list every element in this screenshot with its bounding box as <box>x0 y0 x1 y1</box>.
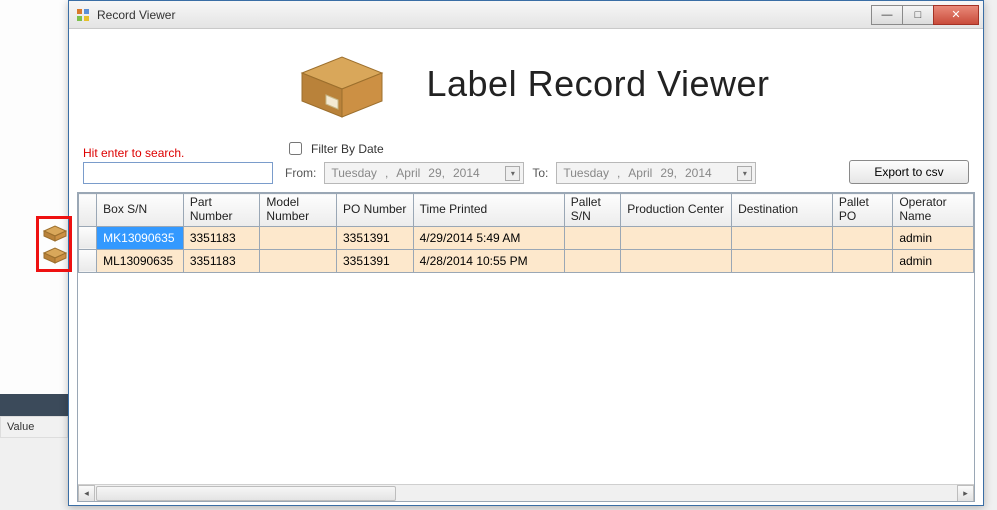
filter-by-date-label: Filter By Date <box>311 142 384 156</box>
cell[interactable] <box>832 249 892 272</box>
from-date-picker[interactable]: Tuesday, April 29, 2014 ▾ <box>324 162 524 184</box>
col-po-number[interactable]: PO Number <box>337 194 414 227</box>
col-pallet-po[interactable]: Pallet PO <box>832 194 892 227</box>
col-part-number[interactable]: Part Number <box>183 194 260 227</box>
to-label: To: <box>532 166 548 180</box>
col-box-sn[interactable]: Box S/N <box>97 194 184 227</box>
cell[interactable]: 3351183 <box>183 249 260 272</box>
window-title: Record Viewer <box>97 8 872 22</box>
record-viewer-window: Record Viewer — □ ✕ Label Record Viewer … <box>68 0 984 506</box>
row-header[interactable] <box>79 226 97 249</box>
grid-header-row: Box S/N Part Number Model Number PO Numb… <box>79 194 974 227</box>
grid-corner <box>79 194 97 227</box>
cell[interactable] <box>564 226 620 249</box>
minimize-button[interactable]: — <box>871 5 903 25</box>
header-banner: Label Record Viewer <box>77 29 975 139</box>
to-date-picker[interactable]: Tuesday, April 29, 2014 ▾ <box>556 162 756 184</box>
background-value-cell: Value <box>0 416 68 438</box>
row-box-icon <box>42 246 68 267</box>
cell[interactable]: admin <box>893 226 974 249</box>
col-production-center[interactable]: Production Center <box>621 194 732 227</box>
cell[interactable] <box>260 226 337 249</box>
scroll-left-icon[interactable]: ◂ <box>78 485 95 502</box>
cell[interactable]: ML13090635 <box>97 249 184 272</box>
page-title: Label Record Viewer <box>426 63 769 105</box>
search-hint-label: Hit enter to search. <box>83 146 273 160</box>
col-model-number[interactable]: Model Number <box>260 194 337 227</box>
cell[interactable] <box>564 249 620 272</box>
col-destination[interactable]: Destination <box>732 194 833 227</box>
titlebar[interactable]: Record Viewer — □ ✕ <box>69 1 983 29</box>
cell[interactable] <box>832 226 892 249</box>
col-pallet-sn[interactable]: Pallet S/N <box>564 194 620 227</box>
col-time-printed[interactable]: Time Printed <box>413 194 564 227</box>
col-operator-name[interactable]: Operator Name <box>893 194 974 227</box>
app-icon <box>75 7 91 23</box>
cell[interactable]: 4/28/2014 10:55 PM <box>413 249 564 272</box>
close-button[interactable]: ✕ <box>933 5 979 25</box>
from-label: From: <box>285 166 316 180</box>
filter-by-date-checkbox[interactable]: Filter By Date <box>285 139 756 158</box>
export-csv-button[interactable]: Export to csv <box>849 160 969 184</box>
horizontal-scrollbar[interactable]: ◂ ▸ <box>78 484 974 501</box>
row-header[interactable] <box>79 249 97 272</box>
maximize-button[interactable]: □ <box>902 5 934 25</box>
cell[interactable]: MK13090635 <box>97 226 184 249</box>
scroll-thumb[interactable] <box>96 486 396 501</box>
table-row[interactable]: MK130906353351183 33513914/29/2014 5:49 A… <box>79 226 974 249</box>
chevron-down-icon[interactable]: ▾ <box>505 166 520 181</box>
box-icon <box>282 43 402 126</box>
cell[interactable] <box>732 226 833 249</box>
records-grid[interactable]: Box S/N Part Number Model Number PO Numb… <box>77 192 975 502</box>
cell[interactable] <box>621 226 732 249</box>
cell[interactable]: admin <box>893 249 974 272</box>
table-row[interactable]: ML130906353351183 33513914/28/2014 10:55 … <box>79 249 974 272</box>
cell[interactable] <box>260 249 337 272</box>
cell[interactable]: 3351391 <box>337 226 414 249</box>
chevron-down-icon[interactable]: ▾ <box>737 166 752 181</box>
row-box-icon <box>42 224 68 245</box>
cell[interactable]: 4/29/2014 5:49 AM <box>413 226 564 249</box>
scroll-right-icon[interactable]: ▸ <box>957 485 974 502</box>
cell[interactable]: 3351183 <box>183 226 260 249</box>
search-input[interactable] <box>83 162 273 184</box>
cell[interactable] <box>621 249 732 272</box>
filter-by-date-checkbox-input[interactable] <box>289 142 302 155</box>
cell[interactable] <box>732 249 833 272</box>
cell[interactable]: 3351391 <box>337 249 414 272</box>
